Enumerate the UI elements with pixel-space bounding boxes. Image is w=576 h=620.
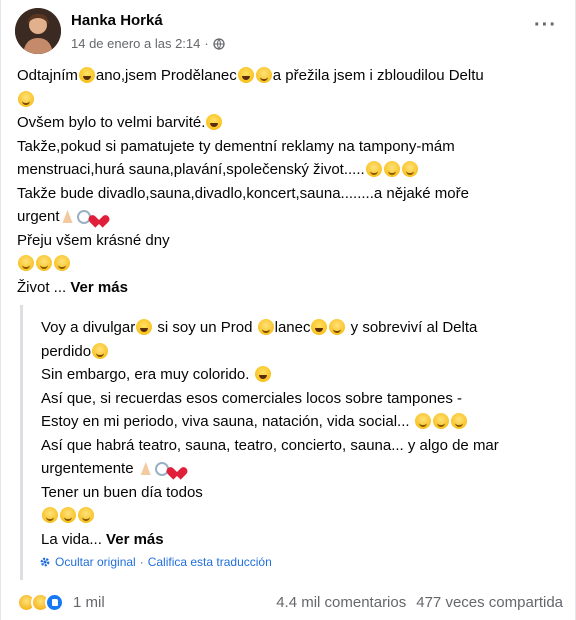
post-line-7: urgent — [17, 205, 563, 229]
laughing-face-emoji — [237, 67, 254, 83]
post-text-segment: urgent — [17, 208, 60, 225]
engagement-stats: 4.4 mil comentarios 477 veces compartida — [276, 594, 563, 611]
smiling-face-emoji — [54, 255, 70, 271]
gear-icon — [40, 557, 50, 567]
translation-line-2: perdido — [41, 340, 563, 364]
smiling-face-emoji — [60, 507, 76, 523]
post-text-segment: ano,jsem Prodělanec — [95, 67, 237, 84]
smiling-face-emoji — [18, 255, 34, 271]
see-more-link[interactable]: Ver más — [70, 279, 128, 296]
praying-hands-emoji — [139, 460, 153, 476]
post-line-3: Ovšem bylo to velmi barvité. — [17, 111, 563, 135]
praying-hands-emoji — [61, 208, 75, 224]
smiling-face-emoji — [414, 413, 431, 429]
post-line-8: Přeju všem krásné dny — [17, 231, 170, 249]
smiling-face-emoji — [36, 255, 52, 271]
translation-body: Voy a divulgar si soy un Prod lanec y so… — [41, 316, 563, 551]
post-text-segment: a přežila jsem i zbloudilou Deltu — [272, 67, 484, 84]
reactions-count[interactable]: 1 mil — [73, 594, 105, 611]
laughing-face-emoji — [254, 366, 271, 382]
translation-line-1: Voy a divulgar si soy un Prod lanec y so… — [41, 316, 563, 340]
translation-text-segment: perdido — [41, 342, 92, 360]
reactions-summary[interactable]: 1 mil — [17, 592, 105, 612]
translation-text-segment: Voy a divulgar — [41, 319, 136, 336]
post-text-segment: menstruaci,hurá sauna,plavání,společensk… — [17, 161, 365, 178]
footer-separator: · — [139, 555, 144, 569]
post-header: Hanka Horká 14 de enero a las 2:14 · ··· — [15, 8, 563, 56]
like-reaction-icon — [45, 592, 64, 612]
more-options-icon[interactable]: ··· — [534, 15, 557, 35]
translation-footer: Ocultar original · Califica esta traducc… — [39, 555, 272, 569]
red-heart-emoji — [93, 209, 109, 224]
post-card: Hanka Horká 14 de enero a las 2:14 · ···… — [0, 0, 576, 620]
rate-translation-link[interactable]: Califica esta traducción — [148, 555, 272, 569]
smiling-face-emoji — [450, 413, 467, 429]
smiling-face-emoji — [401, 161, 418, 177]
winking-face-emoji — [329, 319, 346, 335]
post-timestamp[interactable]: 14 de enero a las 2:14 — [71, 36, 200, 51]
translation-line-5: Estoy en mi periodo, viva sauna, natació… — [41, 410, 563, 434]
translation-line-3: Sin embargo, era muy colorido. — [41, 363, 563, 387]
hide-original-link[interactable]: Ocultar original — [55, 555, 136, 569]
laughing-face-emoji — [78, 67, 95, 83]
smiling-face-emoji — [432, 413, 449, 429]
winking-face-emoji — [92, 342, 109, 359]
translation-text-segment: si soy un Prod — [153, 319, 257, 336]
translation-block: Voy a divulgar si soy un Prod lanec y so… — [20, 305, 563, 580]
post-line-2 — [17, 88, 563, 112]
shares-count[interactable]: 477 veces compartida — [416, 594, 563, 611]
translation-text-segment: lanec — [274, 319, 311, 336]
laughing-face-emoji — [206, 114, 223, 130]
translation-text-segment: urgentemente — [41, 460, 138, 477]
post-line-4: Takže,pokud si pamatujete ty dementní re… — [17, 137, 455, 155]
author-name[interactable]: Hanka Horká — [71, 12, 163, 29]
laughing-face-emoji — [136, 319, 153, 335]
translation-line-10: La vida... Ver más — [41, 528, 563, 552]
red-heart-emoji — [171, 461, 187, 476]
post-text-segment: Odtajním — [17, 67, 78, 84]
translation-text-segment: Sin embargo, era muy colorido. — [41, 366, 254, 383]
post-text-segment: Ovšem bylo to velmi barvité. — [17, 114, 206, 131]
translation-see-more-link[interactable]: Ver más — [106, 531, 164, 548]
winking-face-emoji — [255, 67, 272, 83]
post-stats: 1 mil 4.4 mil comentarios 477 veces comp… — [17, 590, 563, 614]
smiling-face-emoji — [78, 507, 94, 523]
comments-count[interactable]: 4.4 mil comentarios — [276, 594, 406, 611]
translation-text-segment: y sobreviví al Delta — [346, 319, 478, 336]
post-meta: 14 de enero a las 2:14 · — [71, 36, 225, 51]
post-line-10: Život ... Ver más — [17, 276, 563, 300]
translation-line-6: Así que habrá teatro, sauna, teatro, con… — [41, 436, 499, 454]
smiling-face-emoji — [42, 507, 58, 523]
translation-line-8: Tener un buen día todos — [41, 483, 203, 501]
winking-face-emoji — [257, 319, 274, 335]
translation-text-segment: Estoy en mi periodo, viva sauna, natació… — [41, 413, 414, 430]
post-line-6: Takže bude divadlo,sauna,divadlo,koncert… — [17, 184, 469, 202]
post-line-1: Odtajním ano,jsem Prodělanec a přežila jse… — [17, 64, 563, 88]
winking-face-emoji — [18, 90, 34, 107]
translation-line-9 — [41, 504, 563, 528]
post-text-segment: Život ... — [17, 278, 67, 296]
post-line-5: menstruaci,hurá sauna,plavání,společensk… — [17, 158, 563, 182]
translation-line-7: urgentemente — [41, 457, 563, 481]
post-line-9 — [17, 252, 563, 276]
avatar[interactable] — [15, 8, 61, 54]
meta-separator: · — [204, 36, 209, 51]
smiling-face-emoji — [383, 161, 400, 177]
smiling-face-emoji — [365, 161, 382, 177]
translation-line-4: Así que, si recuerdas esos comerciales l… — [41, 389, 463, 407]
translation-text-segment: La vida... — [41, 530, 102, 548]
post-body: Odtajním ano,jsem Prodělanec a přežila jse… — [17, 64, 563, 299]
laughing-face-emoji — [311, 319, 328, 335]
globe-icon[interactable] — [213, 37, 225, 50]
